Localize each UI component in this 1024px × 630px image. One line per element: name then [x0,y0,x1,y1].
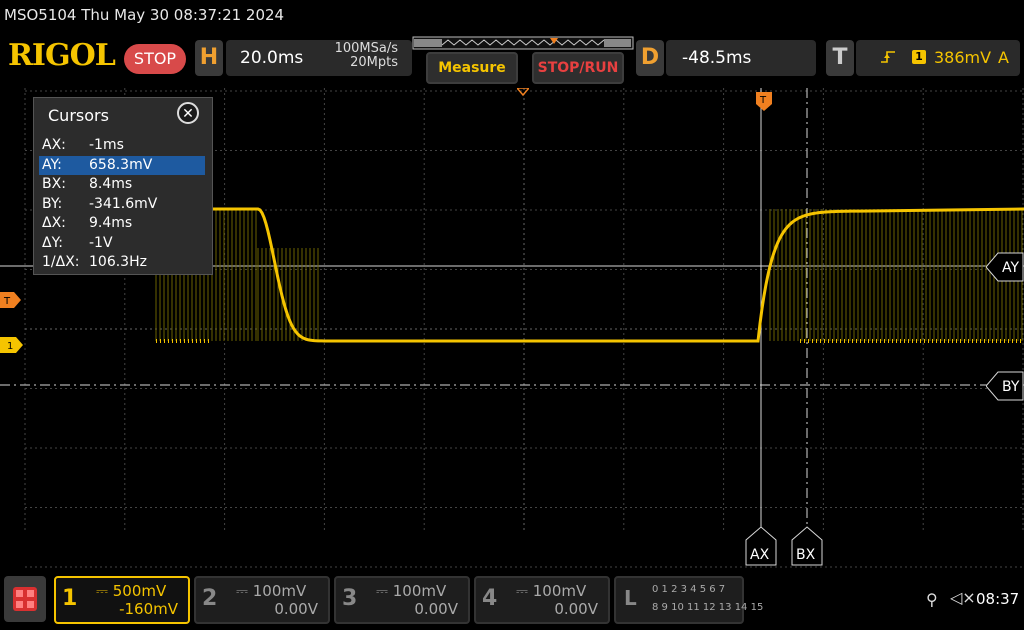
delay-value: -48.5ms [682,48,752,68]
channel-offset: 0.00V [554,600,598,618]
cursor-value: 9.4ms [89,215,133,231]
ax-label: AX [750,547,770,563]
cursor-value: -1V [89,234,113,251]
rigol-logo: RIGOL [8,38,116,73]
cursor-row-ay[interactable]: AY: 658.3mV [39,155,205,175]
measure-button[interactable]: Measure [426,52,518,84]
sample-rate: 100MSa/s [334,41,398,56]
channel-number: 1 [62,586,78,611]
trigger-top-label: T [759,95,767,106]
dc-coupling-icon: ⎓ [376,582,393,600]
dc-coupling-icon: ⎓ [236,582,253,600]
cursor-key: ΔY: [42,234,63,251]
bx-label: BX [796,547,816,563]
channel-number: 3 [342,586,358,611]
channel-scale: ⎓ 500mV [96,582,166,600]
cursor-key: ΔX: [42,215,66,231]
trigger-level: 386mV [934,48,992,67]
trigger-menu-button[interactable]: T [826,40,854,76]
logic-letter: L [624,586,637,610]
center-position-marker [517,88,529,96]
main-menu-button[interactable] [4,576,46,622]
channel-scale-value: 100mV [532,582,587,600]
cursor-key: BX: [42,176,66,192]
channel-scale: ⎓ 100mV [236,582,306,600]
dc-coupling-icon: ⎓ [516,582,533,600]
horizontal-menu-button[interactable]: H [195,40,223,76]
channel4-button[interactable]: 4 ⎓ 100mV 0.00V [474,576,610,624]
cursor-value: 658.3mV [89,156,153,173]
logic-channels-low: 0 1 2 3 4 5 6 7 [652,584,726,595]
cursor-row-ax[interactable]: AX: -1ms [39,136,205,156]
trigger-level-marker[interactable]: T [0,292,22,308]
cursor-row-dy[interactable]: ΔY: -1V [39,234,205,254]
cursors-title: Cursors [48,106,109,125]
timebase-value: 20.0ms [240,48,304,68]
cursors-panel: Cursors ✕ AX: -1ms AY: 658.3mV BX: 8.4ms BY… [33,97,213,275]
speaker-muted-icon[interactable]: ◁× [950,588,976,607]
cursor-value: 8.4ms [89,176,133,192]
bx-cursor-tag[interactable]: BX [791,526,823,566]
ay-label: AY [1002,260,1019,276]
cursor-key: AX: [42,137,66,153]
cursor-row-bx[interactable]: BX: 8.4ms [39,175,205,195]
by-label: BY [1002,379,1020,395]
cursor-key: BY: [42,195,63,212]
rising-edge-icon [881,51,895,63]
trigger-source-badge: 1 [912,50,926,64]
cursor-row-dx[interactable]: ΔX: 9.4ms [39,214,205,234]
cursor-row-inv-dx[interactable]: 1/ΔX: 106.3Hz [39,253,205,273]
cursor-readout-list: AX: -1ms AY: 658.3mV BX: 8.4ms BY: -341.6mV … [39,136,205,273]
cursor-row-by[interactable]: BY: -341.6mV [39,195,205,215]
channel1-offset-marker[interactable]: 1 [0,337,24,353]
channel2-button[interactable]: 2 ⎓ 100mV 0.00V [194,576,330,624]
channel-scale: ⎓ 100mV [376,582,446,600]
usb-icon: ⚲ [926,590,938,609]
system-clock: 08:37 [976,590,1020,608]
logic-channels-high: 8 9 10 11 12 13 14 15 [652,602,764,613]
channel1-button[interactable]: 1 ⎓ 500mV -160mV [54,576,190,624]
acquisition-info: 100MSa/s 20Mpts [316,42,398,70]
channel-scale-value: 500mV [112,582,167,600]
cursor-key: AY: [42,156,62,173]
delay-menu-button[interactable]: D [636,40,664,76]
grid-menu-icon [13,587,37,611]
trigger-mode: A [998,48,1009,67]
cursor-value: 106.3Hz [89,254,147,270]
dc-coupling-icon: ⎓ [96,582,113,600]
channel-offset: 0.00V [274,600,318,618]
logic-analyzer-button[interactable]: L 0 1 2 3 4 5 6 7 8 9 10 11 12 13 14 15 [614,576,763,624]
channel-offset: -160mV [119,600,178,618]
by-cursor-tag[interactable]: BY [986,371,1024,401]
stop-run-button[interactable]: STOP/RUN [532,52,624,84]
model-datetime: MSO5104 Thu May 30 08:37:21 2024 [4,6,285,24]
cursor-key: 1/ΔX: [42,254,80,270]
channel3-button[interactable]: 3 ⎓ 100mV 0.00V [334,576,470,624]
cursor-value: -1ms [89,137,124,153]
channel-scale-value: 100mV [252,582,307,600]
memory-position-bar[interactable] [412,36,634,50]
run-state-badge[interactable]: STOP [124,44,186,74]
channel-number: 4 [482,586,498,611]
channel-scale: ⎓ 100mV [516,582,586,600]
channel-number: 2 [202,586,218,611]
ay-cursor-tag[interactable]: AY [986,252,1024,282]
channel-offset: 0.00V [414,600,458,618]
trigger-marker-label: T [3,296,11,307]
channel1-marker-label: 1 [7,341,13,352]
channel-scale-value: 100mV [392,582,447,600]
cursor-value: -341.6mV [89,195,158,212]
ax-cursor-tag[interactable]: AX [745,526,777,566]
close-icon[interactable]: ✕ [177,102,199,124]
memory-depth: 20Mpts [350,55,398,70]
trigger-position-marker[interactable]: T [756,92,774,112]
